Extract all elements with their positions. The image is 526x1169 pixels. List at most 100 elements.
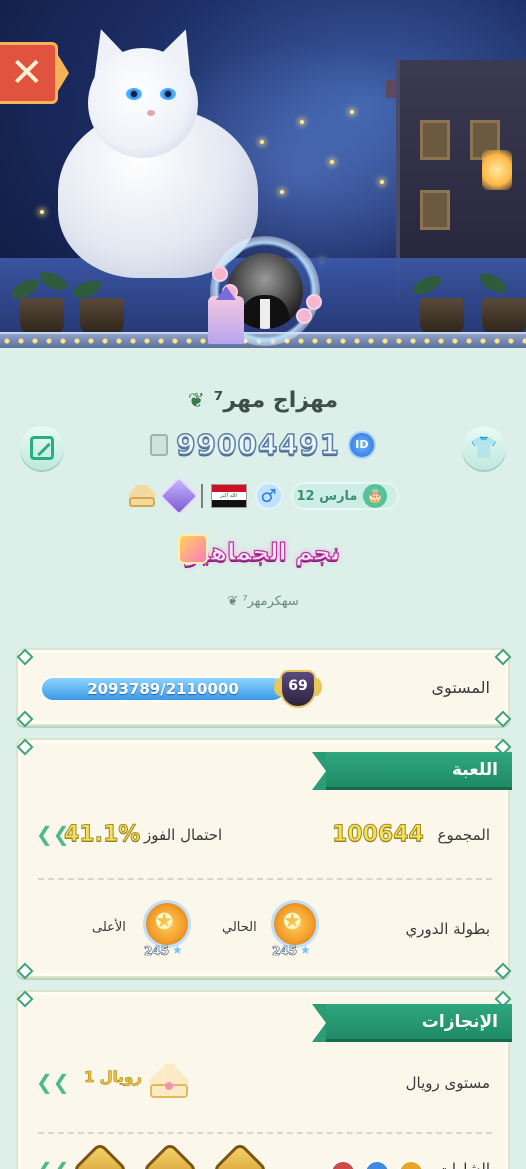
close-icon: ✕ [10,50,44,96]
birthday-badge: 12 مارس 🎂 [290,482,400,510]
sparkle [300,120,304,124]
flag-stripe-white: الله أكبر [211,492,246,500]
white-cat-illustration [48,21,298,278]
royal-level-label: مستوى رويال [405,1074,490,1092]
level-number: 69 [288,678,308,694]
league-star-icon: ✪ [283,910,302,935]
league-highest-level: 245 [144,944,170,959]
avatar-shirt [260,299,270,329]
sparkle [330,160,334,164]
castle-icon [208,286,244,344]
flag-stripe-black [211,499,246,507]
section-ribbon: اللعبة [312,752,512,790]
player-title: نجم الجماهير [185,537,341,566]
level-progress-bar: 2093789/2110000 [40,676,286,702]
league-current-level: 245 [272,944,298,959]
lantern-icon [482,150,512,190]
cat-eye [126,88,142,100]
game-stats-panel: اللعبة المجموع 100644 احتمال الفوز 41.1%… [16,738,512,978]
level-panel: المستوى 2093789/2110000 69 [16,648,510,726]
chevron-left-icon[interactable]: ❮❮ [36,1158,70,1169]
house-window [420,190,450,230]
panel-corner [16,648,32,664]
birthday-text: 12 مارس [296,488,358,504]
panel-corner [16,962,32,978]
sparkle [40,210,44,214]
total-games-value: 100644 [332,822,425,848]
total-games-label: المجموع [437,826,490,844]
tags-divider [200,484,203,508]
rank-icon[interactable] [158,476,199,516]
win-rate-label: احتمال الفوز [144,826,223,844]
crown-points [128,485,155,497]
achievements-section-title: الإنجازات [421,1012,498,1032]
section-ribbon: الإنجازات [312,1004,512,1042]
game-section-title: اللعبة [452,760,498,780]
id-badge-icon: ID [347,430,376,459]
level-label: المستوى [431,678,490,697]
flower-icon [212,266,228,282]
cat-eye [160,88,176,100]
achievements-panel: الإنجازات مستوى رويال رويال 1 ❮❮ الشارات… [16,990,512,1169]
player-id-number: 99004491 [175,427,340,462]
flag-stripe-red [211,485,246,493]
cake-icon: 🎂 [363,484,388,508]
gift-icon [178,534,208,564]
sparkle [380,180,384,184]
crown-base [128,497,155,507]
close-button[interactable]: ✕ [0,42,70,104]
crown-gem [165,1082,173,1090]
close-tag-tip [55,50,69,96]
chevron-left-icon[interactable]: ❮❮ [36,1070,70,1094]
badges-label: الشارات [437,1160,490,1169]
panel-corner [16,990,32,1006]
level-progress-text: 2093789/2110000 [87,680,239,698]
leaf-icon: ❦ [187,388,205,412]
win-rate-value: 41.1% [63,822,141,848]
leaf-icon: ❦ [227,594,243,609]
sparkle [350,110,354,114]
dashed-divider [38,1132,492,1134]
star-icon: ★ [300,943,311,957]
league-current-label: الحالي [222,920,257,935]
signature-text: سهكرمهر⁷ [242,594,299,609]
avatar[interactable] [208,236,322,346]
cat-head [88,48,198,158]
league-current-badge: ✪ 245 ★ [268,900,322,958]
achievement-badge-icon[interactable] [141,1141,199,1169]
star-icon: ★ [172,943,183,957]
achievement-badge-icon[interactable] [211,1141,269,1169]
royal-level-value: رويال 1 [84,1068,143,1087]
league-star-icon: ✪ [155,910,174,935]
house-window [420,120,450,160]
plant-pot [20,298,64,334]
flower-icon [296,308,312,324]
panel-corner [494,962,510,978]
achievement-badge-icon[interactable] [71,1141,129,1169]
male-gender-icon: ♂ [254,482,283,510]
panel-corner [16,710,32,726]
profile-tags-row: الله أكبر ♂ 12 مارس 🎂 [0,476,526,516]
level-badge: 69 [274,670,322,708]
badge-dot-icon [330,1160,356,1169]
player-title-badge[interactable]: نجم الجماهير [178,530,348,574]
royal-crown-icon [146,1064,192,1098]
league-label: بطولة الدوري [405,920,490,938]
copy-icon[interactable] [150,433,169,456]
chevron-left-icon[interactable]: ❮❮ [36,822,70,846]
dashed-divider [38,878,492,880]
plant-pot [80,298,124,334]
name-row: ❦ مهزاج مهر⁷ [0,388,526,413]
league-highest-badge: ✪ 245 ★ [140,900,194,958]
panel-corner [494,648,510,664]
league-highest-label: الأعلى [92,920,126,935]
plant-pot [482,298,526,334]
player-signature: ❦ سهكرمهر⁷ [0,594,526,609]
panel-corner [16,738,32,754]
iraq-flag-icon: الله أكبر [210,484,247,508]
player-name: مهزاج مهر⁷ [213,388,339,413]
player-id-row: 99004491 ID [0,427,526,462]
flower-icon [306,294,322,310]
cat-nose [147,110,155,116]
crown-icon[interactable] [127,485,157,507]
